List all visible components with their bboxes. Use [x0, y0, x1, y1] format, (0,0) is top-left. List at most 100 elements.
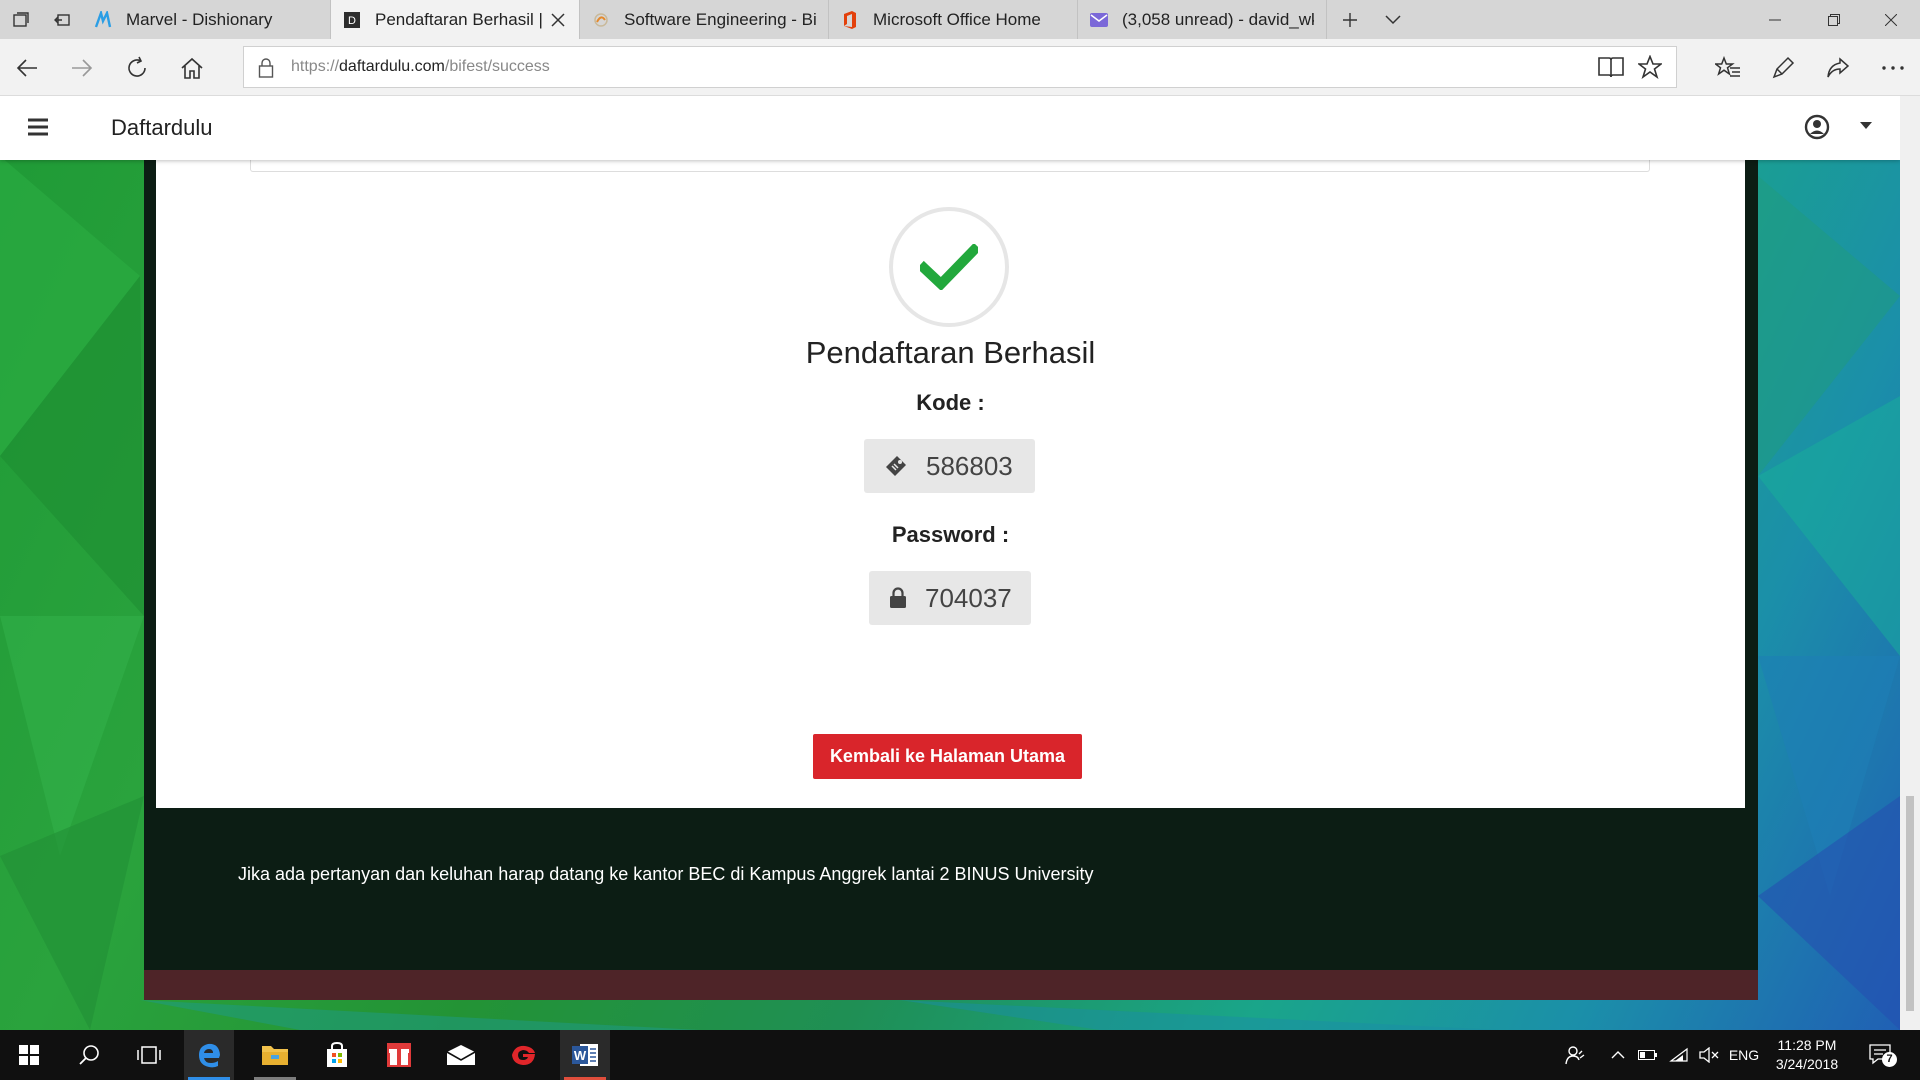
close-icon[interactable]	[549, 12, 567, 27]
refresh-button[interactable]	[116, 47, 158, 89]
favorite-star-icon[interactable]	[1638, 55, 1662, 79]
taskbar-word[interactable]: W	[560, 1030, 610, 1080]
tab-pendaftaran[interactable]: D Pendaftaran Berhasil | F	[331, 0, 580, 39]
action-center-button[interactable]: 7	[1862, 1030, 1902, 1080]
network-button[interactable]	[1666, 1030, 1692, 1080]
chevron-up-icon	[1611, 1051, 1625, 1059]
more-button[interactable]	[1872, 47, 1914, 89]
minimize-button[interactable]	[1746, 0, 1804, 39]
people-icon	[1565, 1045, 1585, 1065]
footer-info-text: Jika ada pertanyan dan keluhan harap dat…	[238, 864, 1094, 884]
pen-icon	[1771, 56, 1795, 80]
daftardulu-icon: D	[343, 11, 361, 29]
back-to-home-button[interactable]: Kembali ke Halaman Utama	[813, 734, 1082, 779]
close-window-button[interactable]	[1862, 0, 1920, 39]
battery-button[interactable]	[1636, 1030, 1660, 1080]
tabs-preview-icon	[12, 11, 29, 28]
tab-marvel[interactable]: Marvel - Dishionary	[82, 0, 331, 39]
battery-icon	[1638, 1050, 1658, 1060]
search-button[interactable]	[64, 1030, 114, 1080]
web-page: Daftardulu Pendaftaran Berhasil Kode : 5…	[0, 96, 1900, 1030]
kode-label: Kode :	[916, 390, 985, 415]
tab-software-engineering[interactable]: Software Engineering - Binu	[580, 0, 829, 39]
set-tabs-aside-button[interactable]	[41, 0, 82, 39]
caret-down-icon[interactable]	[1860, 122, 1872, 130]
address-bar[interactable]: https://daftardulu.com/bifest/success	[243, 46, 1677, 88]
url-path: /bifest/success	[444, 58, 550, 75]
garena-icon	[509, 1043, 537, 1067]
password-label: Password :	[891, 522, 1010, 547]
set-aside-icon	[53, 12, 70, 28]
site-brand[interactable]: Daftardulu	[111, 115, 213, 141]
new-tab-button[interactable]	[1327, 0, 1373, 39]
restore-icon	[1828, 13, 1840, 26]
tab-label: Microsoft Office Home	[873, 9, 1041, 29]
svg-text:W: W	[574, 1048, 587, 1063]
mail-envelope-icon	[446, 1044, 476, 1066]
start-button[interactable]	[4, 1030, 54, 1080]
success-title: Pendaftaran Berhasil	[805, 335, 1096, 370]
tab-mail[interactable]: (3,058 unread) - david_wk9	[1078, 0, 1327, 39]
minimize-icon	[1769, 19, 1781, 21]
show-hidden-icons-button[interactable]	[1606, 1030, 1630, 1080]
kode-chip: 586803	[864, 439, 1035, 493]
language-indicator[interactable]: ENG	[1728, 1030, 1760, 1080]
url-text[interactable]: https://daftardulu.com/bifest/success	[291, 58, 550, 76]
binus-icon	[592, 11, 610, 29]
check-icon	[920, 244, 978, 290]
taskbar-garena[interactable]	[498, 1030, 548, 1080]
plus-icon	[1342, 12, 1358, 28]
home-button[interactable]	[171, 47, 213, 89]
people-button[interactable]	[1560, 1030, 1590, 1080]
search-icon	[78, 1044, 100, 1066]
marvel-icon	[94, 10, 112, 29]
word-icon: W	[571, 1041, 599, 1069]
url-domain: daftardulu.com	[339, 58, 445, 75]
share-button[interactable]	[1817, 47, 1859, 89]
page-scrollbar[interactable]	[1900, 96, 1920, 1030]
windows-taskbar: W ENG 11:28 PM 3/24/2018 7	[0, 1030, 1920, 1080]
lock-icon	[258, 58, 274, 78]
web-note-button[interactable]	[1762, 47, 1804, 89]
notification-count: 7	[1882, 1052, 1897, 1067]
password-chip: 704037	[869, 571, 1031, 625]
office-icon	[841, 10, 859, 29]
ticket-icon	[884, 454, 908, 478]
footer-bottom-bar	[144, 970, 1758, 1000]
more-dots-icon	[1882, 66, 1904, 70]
user-account-icon[interactable]	[1804, 114, 1830, 140]
notification-icon: 7	[1869, 1044, 1897, 1067]
svg-text:D: D	[348, 15, 356, 27]
tab-label: Software Engineering - Binu	[624, 9, 816, 29]
taskbar-store[interactable]	[312, 1030, 362, 1080]
task-view-button[interactable]	[124, 1030, 174, 1080]
gift-icon	[385, 1041, 413, 1069]
share-icon	[1826, 57, 1850, 79]
tab-list-button[interactable]	[1373, 0, 1413, 39]
system-clock[interactable]: 11:28 PM 3/24/2018	[1762, 1036, 1852, 1074]
reading-view-icon[interactable]	[1598, 55, 1624, 79]
favorites-list-icon	[1715, 56, 1741, 80]
edge-icon	[196, 1042, 222, 1068]
restore-button[interactable]	[1805, 0, 1863, 39]
volume-button[interactable]	[1696, 1030, 1722, 1080]
tab-office[interactable]: Microsoft Office Home	[829, 0, 1078, 39]
taskbar-edge[interactable]	[184, 1030, 234, 1080]
tab-preview-button[interactable]	[0, 0, 41, 39]
taskbar-file-explorer[interactable]	[250, 1030, 300, 1080]
task-view-icon	[137, 1045, 161, 1065]
hamburger-menu-icon[interactable]	[28, 118, 48, 136]
chevron-down-icon	[1385, 14, 1401, 25]
back-button[interactable]	[6, 47, 48, 89]
forward-button[interactable]	[61, 47, 103, 89]
previous-section-box	[250, 160, 1650, 172]
taskbar-mail[interactable]	[436, 1030, 486, 1080]
favorites-hub-button[interactable]	[1707, 47, 1749, 89]
scrollbar-thumb[interactable]	[1906, 796, 1914, 1011]
url-prefix: https://	[291, 58, 340, 75]
browser-tab-strip: Marvel - Dishionary D Pendaftaran Berhas…	[0, 0, 1920, 39]
clock-date: 3/24/2018	[1775, 1056, 1839, 1072]
wifi-icon	[1669, 1047, 1689, 1063]
taskbar-gift-app[interactable]	[374, 1030, 424, 1080]
tab-label: Marvel - Dishionary	[126, 9, 273, 29]
